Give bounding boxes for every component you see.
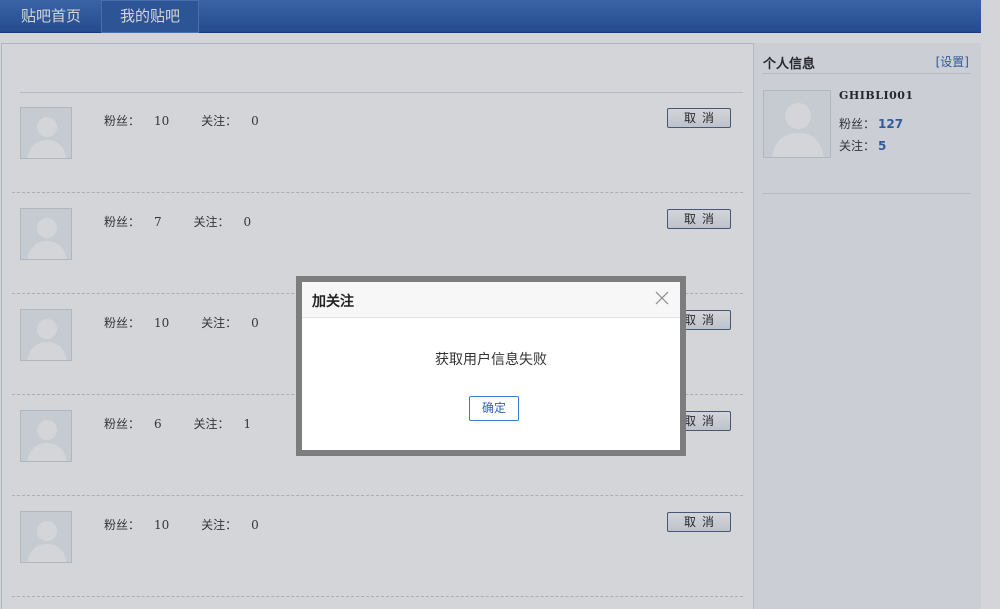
- confirm-button[interactable]: 确定: [469, 396, 519, 421]
- close-icon[interactable]: [654, 290, 670, 306]
- dialog-message: 获取用户信息失败: [435, 352, 547, 368]
- dialog-header: 加关注: [302, 282, 680, 318]
- dialog-frame: 加关注 获取用户信息失败 确定: [296, 276, 686, 456]
- dialog-title: 加关注: [312, 294, 354, 310]
- follow-dialog: 加关注 获取用户信息失败 确定: [302, 282, 680, 450]
